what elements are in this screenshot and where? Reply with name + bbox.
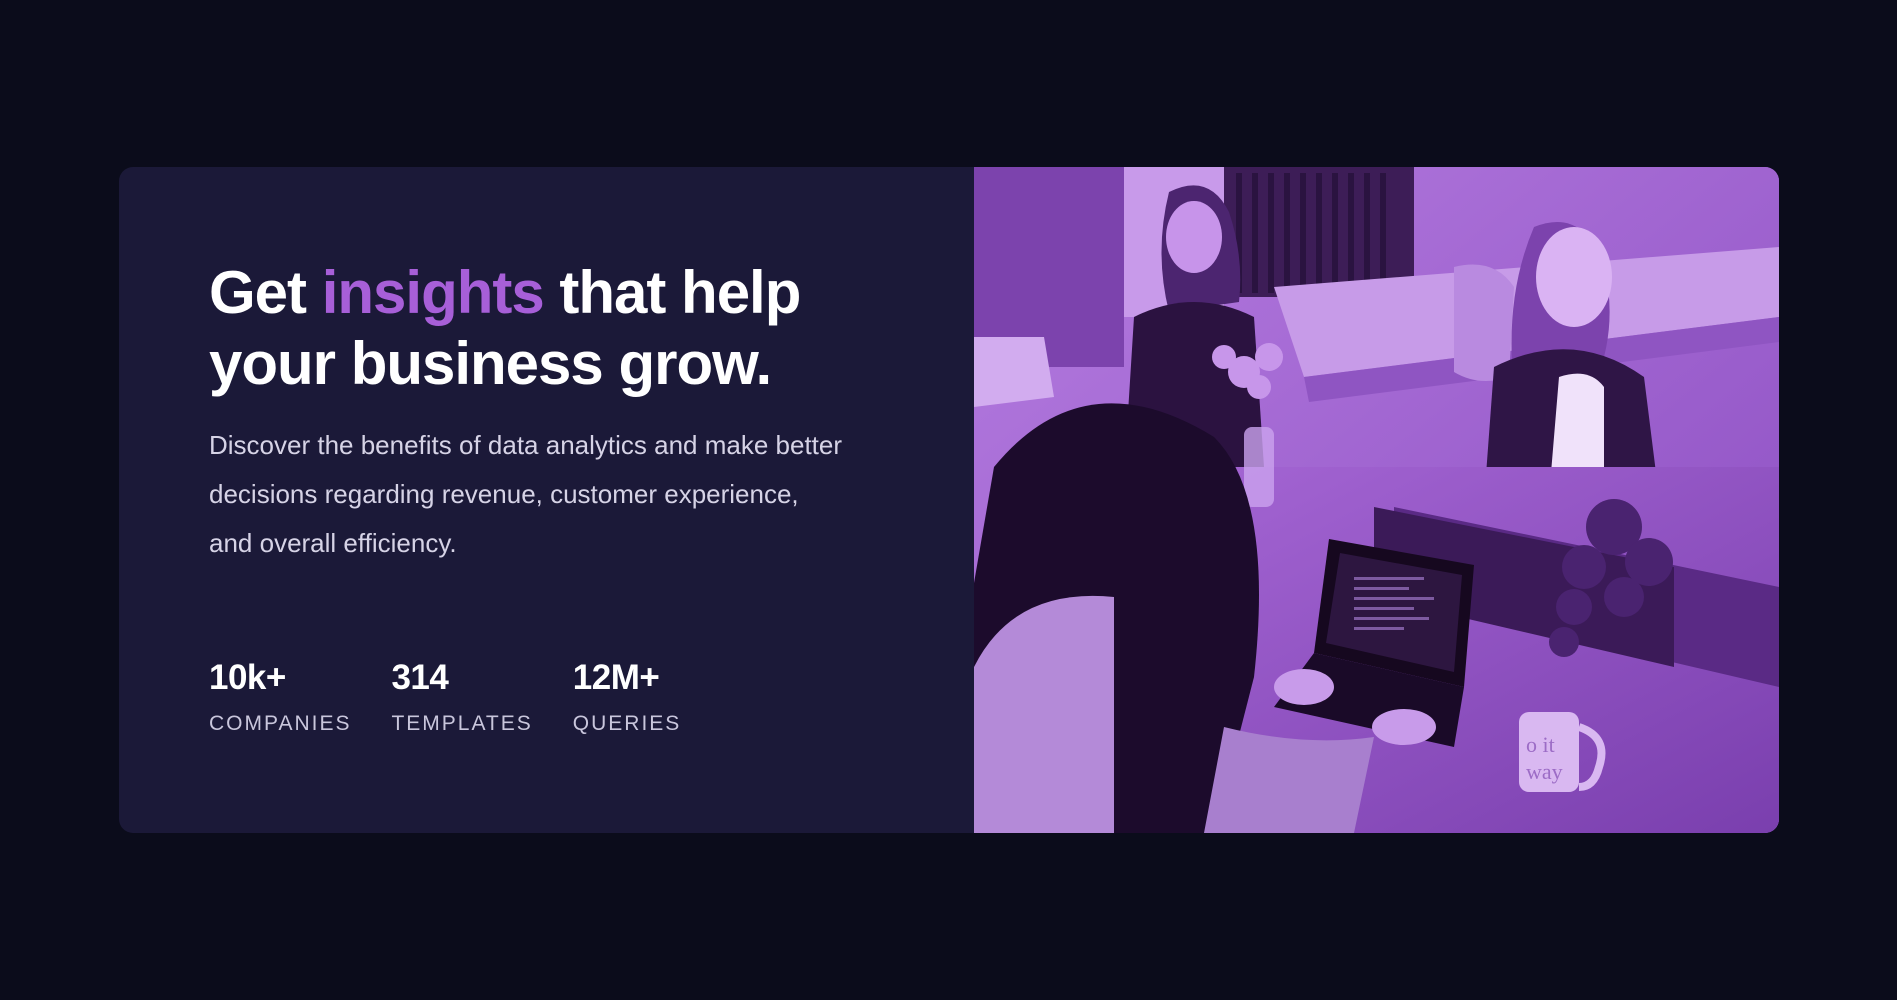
stat-templates: 314 TEMPLATES	[391, 657, 532, 737]
stat-value: 314	[391, 658, 449, 697]
hero-headline: Get insights that help your business gro…	[209, 257, 889, 399]
stat-value: 10k+	[209, 658, 286, 697]
stat-value: 12M+	[572, 658, 660, 697]
stat-label: COMPANIES	[209, 712, 352, 735]
headline-accent-word: insights	[321, 259, 545, 326]
hero-content: Get insights that help your business gro…	[119, 167, 974, 833]
stats-row: 10k+ COMPANIES 314 TEMPLATES 12M+ QUERIE…	[209, 657, 721, 737]
stat-label: TEMPLATES	[391, 712, 533, 735]
hero-description: Discover the benefits of data analytics …	[209, 430, 843, 558]
mug-text-line2: way	[1526, 759, 1563, 784]
headline-part-start: Get	[209, 259, 322, 326]
team-office-photo: o it way	[974, 167, 1779, 833]
stat-companies: 10k+ COMPANIES	[209, 657, 351, 737]
stat-queries: 12M+ QUERIES	[573, 657, 682, 737]
hero-card: Get insights that help your business gro…	[119, 167, 1779, 833]
stat-label: QUERIES	[572, 712, 682, 735]
photo-illustration: o it way	[974, 167, 1779, 833]
mug-text-line1: o it	[1526, 732, 1555, 757]
